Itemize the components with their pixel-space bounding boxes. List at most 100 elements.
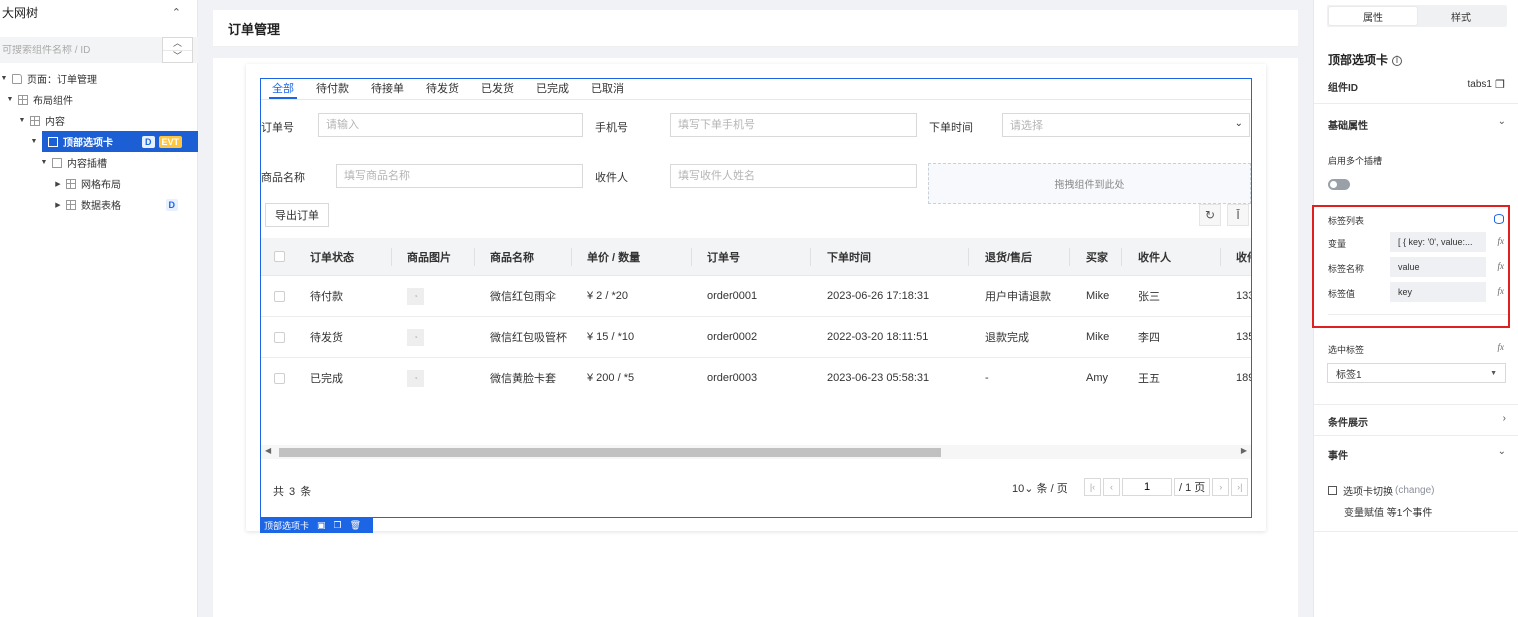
caret-down-icon: ▼: [1490, 369, 1497, 377]
order-time-select[interactable]: 请选择 ⌄: [1002, 113, 1250, 137]
prev-page-icon[interactable]: ‹: [1103, 478, 1120, 496]
tree-item-label: 顶部选项卡: [63, 138, 113, 149]
container-icon: [30, 115, 40, 126]
canvas-band: [213, 47, 1298, 58]
receiver-input[interactable]: [670, 164, 917, 188]
pagination: |‹ ‹ / 1 页 › ›|: [1084, 478, 1250, 496]
col-header: 商品图片: [407, 251, 451, 264]
cell-product: 微信红包吸管杯: [490, 332, 567, 344]
column-height-icon[interactable]: Ī: [1227, 204, 1249, 226]
fx-icon[interactable]: fx: [1498, 286, 1505, 296]
condition-display-section[interactable]: 条件展示: [1328, 414, 1368, 429]
tree-item-page[interactable]: ▼ 页面：订单管理: [0, 68, 198, 89]
stepper-down-icon[interactable]: ﹀: [163, 51, 192, 63]
col-header: 单价 / 数量: [587, 251, 641, 264]
chevron-down-icon[interactable]: ⌄: [1498, 446, 1506, 457]
cell-buyer: Mike: [1086, 290, 1110, 302]
tab-all[interactable]: 全部: [261, 79, 305, 99]
chevron-right-icon[interactable]: ›: [1503, 413, 1506, 424]
col-divider: [474, 248, 475, 266]
tab-name-input[interactable]: value: [1390, 257, 1486, 277]
col-divider: [1121, 248, 1122, 266]
caret-down-icon[interactable]: ▼: [6, 96, 14, 103]
caret-down-icon[interactable]: ▼: [18, 117, 26, 124]
product-image-icon: ◔: [407, 369, 424, 387]
table-row[interactable]: 已完成 ◔ 微信黄脸卡套 ¥ 200 / *5 order0003 2023-0…: [261, 358, 1251, 398]
refresh-icon[interactable]: ↻: [1199, 204, 1221, 226]
scroll-right-icon[interactable]: ▶: [1241, 446, 1247, 455]
sort-toggle-icon[interactable]: ⌃: [172, 6, 181, 19]
component-id-value: tabs1: [1467, 79, 1492, 90]
tab-completed[interactable]: 已完成: [525, 79, 580, 99]
tree-item-top-tabs[interactable]: ▼ 顶部选项卡 D EVT: [31, 131, 198, 152]
last-page-icon[interactable]: ›|: [1231, 478, 1249, 496]
caret-down-icon[interactable]: ▼: [0, 75, 8, 82]
component-id-label: 组件ID: [1328, 83, 1358, 94]
tree-item-grid[interactable]: ▶ 网格布局: [0, 173, 198, 194]
table-row[interactable]: 待发货 ◔ 微信红包吸管杯 ¥ 15 / *10 order0002 2022-…: [261, 317, 1251, 358]
cell-buyer: Amy: [1086, 372, 1108, 384]
page-size-select[interactable]: 10⌄ 条 / 页: [1012, 480, 1068, 496]
selected-tab-select[interactable]: 标签1 ▼: [1327, 363, 1506, 383]
next-page-icon[interactable]: ›: [1212, 478, 1230, 496]
property-panel: 属性 样式 顶部选项卡 i 组件ID tabs1 ❐ 基础属性 ⌄ 启用多个插槽 …: [1312, 0, 1518, 617]
caret-right-icon[interactable]: ▶: [54, 180, 62, 188]
tab-pending-accept[interactable]: 待接单: [360, 79, 415, 99]
fx-icon[interactable]: fx: [1498, 261, 1505, 271]
drop-zone[interactable]: 拖拽组件到此处: [928, 163, 1251, 204]
col-header: 退货/售后: [985, 251, 1033, 264]
phone-input[interactable]: [670, 113, 917, 137]
fx-icon[interactable]: fx: [1498, 236, 1505, 246]
scroll-left-icon[interactable]: ◀: [265, 446, 271, 455]
first-page-icon[interactable]: |‹: [1084, 478, 1101, 496]
export-orders-button[interactable]: 导出订单: [265, 203, 329, 227]
row-checkbox[interactable]: [274, 290, 285, 302]
tree-item-content[interactable]: ▼ 内容: [0, 110, 198, 131]
tree-item-table[interactable]: ▶ 数据表格 D: [0, 194, 198, 215]
basic-properties-section[interactable]: 基础属性: [1328, 117, 1368, 132]
info-icon[interactable]: i: [1392, 55, 1403, 66]
tree-item-slot[interactable]: ▼ 内容插槽: [0, 152, 198, 173]
tab-pending-ship[interactable]: 待发货: [415, 79, 470, 99]
order-no-input[interactable]: [318, 113, 583, 137]
tab-shipped[interactable]: 已发货: [470, 79, 525, 99]
cell-price: ¥ 2 / *20: [587, 290, 628, 302]
caret-down-icon[interactable]: ▼: [30, 138, 38, 145]
tree-item-layout[interactable]: ▼ 布局组件: [0, 89, 198, 110]
product-name-input[interactable]: [336, 164, 583, 188]
selected-tabs-component[interactable]: 全部 待付款 待接单 待发货 已发货 已完成 已取消 订单号 手机号 下单时间 …: [260, 78, 1252, 533]
stepper-up-icon[interactable]: ︿: [163, 38, 192, 51]
variable-input[interactable]: [ { key: '0', value:...: [1390, 232, 1486, 252]
horizontal-scrollbar[interactable]: ◀ ▶: [261, 445, 1251, 459]
tab-value-input[interactable]: key: [1390, 282, 1486, 302]
multi-slot-toggle[interactable]: [1328, 179, 1350, 190]
database-icon[interactable]: [1494, 214, 1504, 224]
tab-pending-payment[interactable]: 待付款: [305, 79, 360, 99]
save-icon[interactable]: ▣: [317, 520, 326, 531]
event-item[interactable]: 选项卡切换 (change): [1328, 483, 1434, 498]
row-checkbox[interactable]: [274, 372, 285, 384]
delete-icon[interactable]: 🗑: [350, 520, 361, 531]
product-image-icon: ◔: [407, 328, 424, 346]
page-number-input[interactable]: [1122, 478, 1172, 496]
select-all-checkbox[interactable]: [274, 251, 285, 262]
tab-properties[interactable]: 属性: [1329, 7, 1417, 25]
tab-styles[interactable]: 样式: [1417, 7, 1505, 25]
row-checkbox[interactable]: [274, 331, 285, 343]
table-row[interactable]: 待付款 ◔ 微信红包雨伞 ¥ 2 / *20 order0001 2023-06…: [261, 276, 1251, 317]
scrollbar-thumb[interactable]: [279, 448, 941, 457]
order-no-label: 订单号: [261, 122, 294, 134]
copy-icon[interactable]: ❐: [334, 520, 342, 531]
copy-icon[interactable]: ❐: [1495, 78, 1505, 91]
fx-icon[interactable]: fx: [1498, 342, 1505, 352]
selection-label: 顶部选项卡: [264, 520, 310, 531]
outline-search-input[interactable]: [0, 44, 160, 56]
events-section[interactable]: 事件: [1328, 447, 1348, 462]
caret-right-icon[interactable]: ▶: [54, 201, 62, 209]
tab-cancelled[interactable]: 已取消: [580, 79, 635, 99]
caret-down-icon[interactable]: ▼: [40, 159, 48, 166]
col-divider: [968, 248, 969, 266]
divider: [1314, 103, 1518, 104]
chevron-down-icon[interactable]: ⌄: [1498, 116, 1506, 127]
layout-icon: [18, 94, 28, 105]
